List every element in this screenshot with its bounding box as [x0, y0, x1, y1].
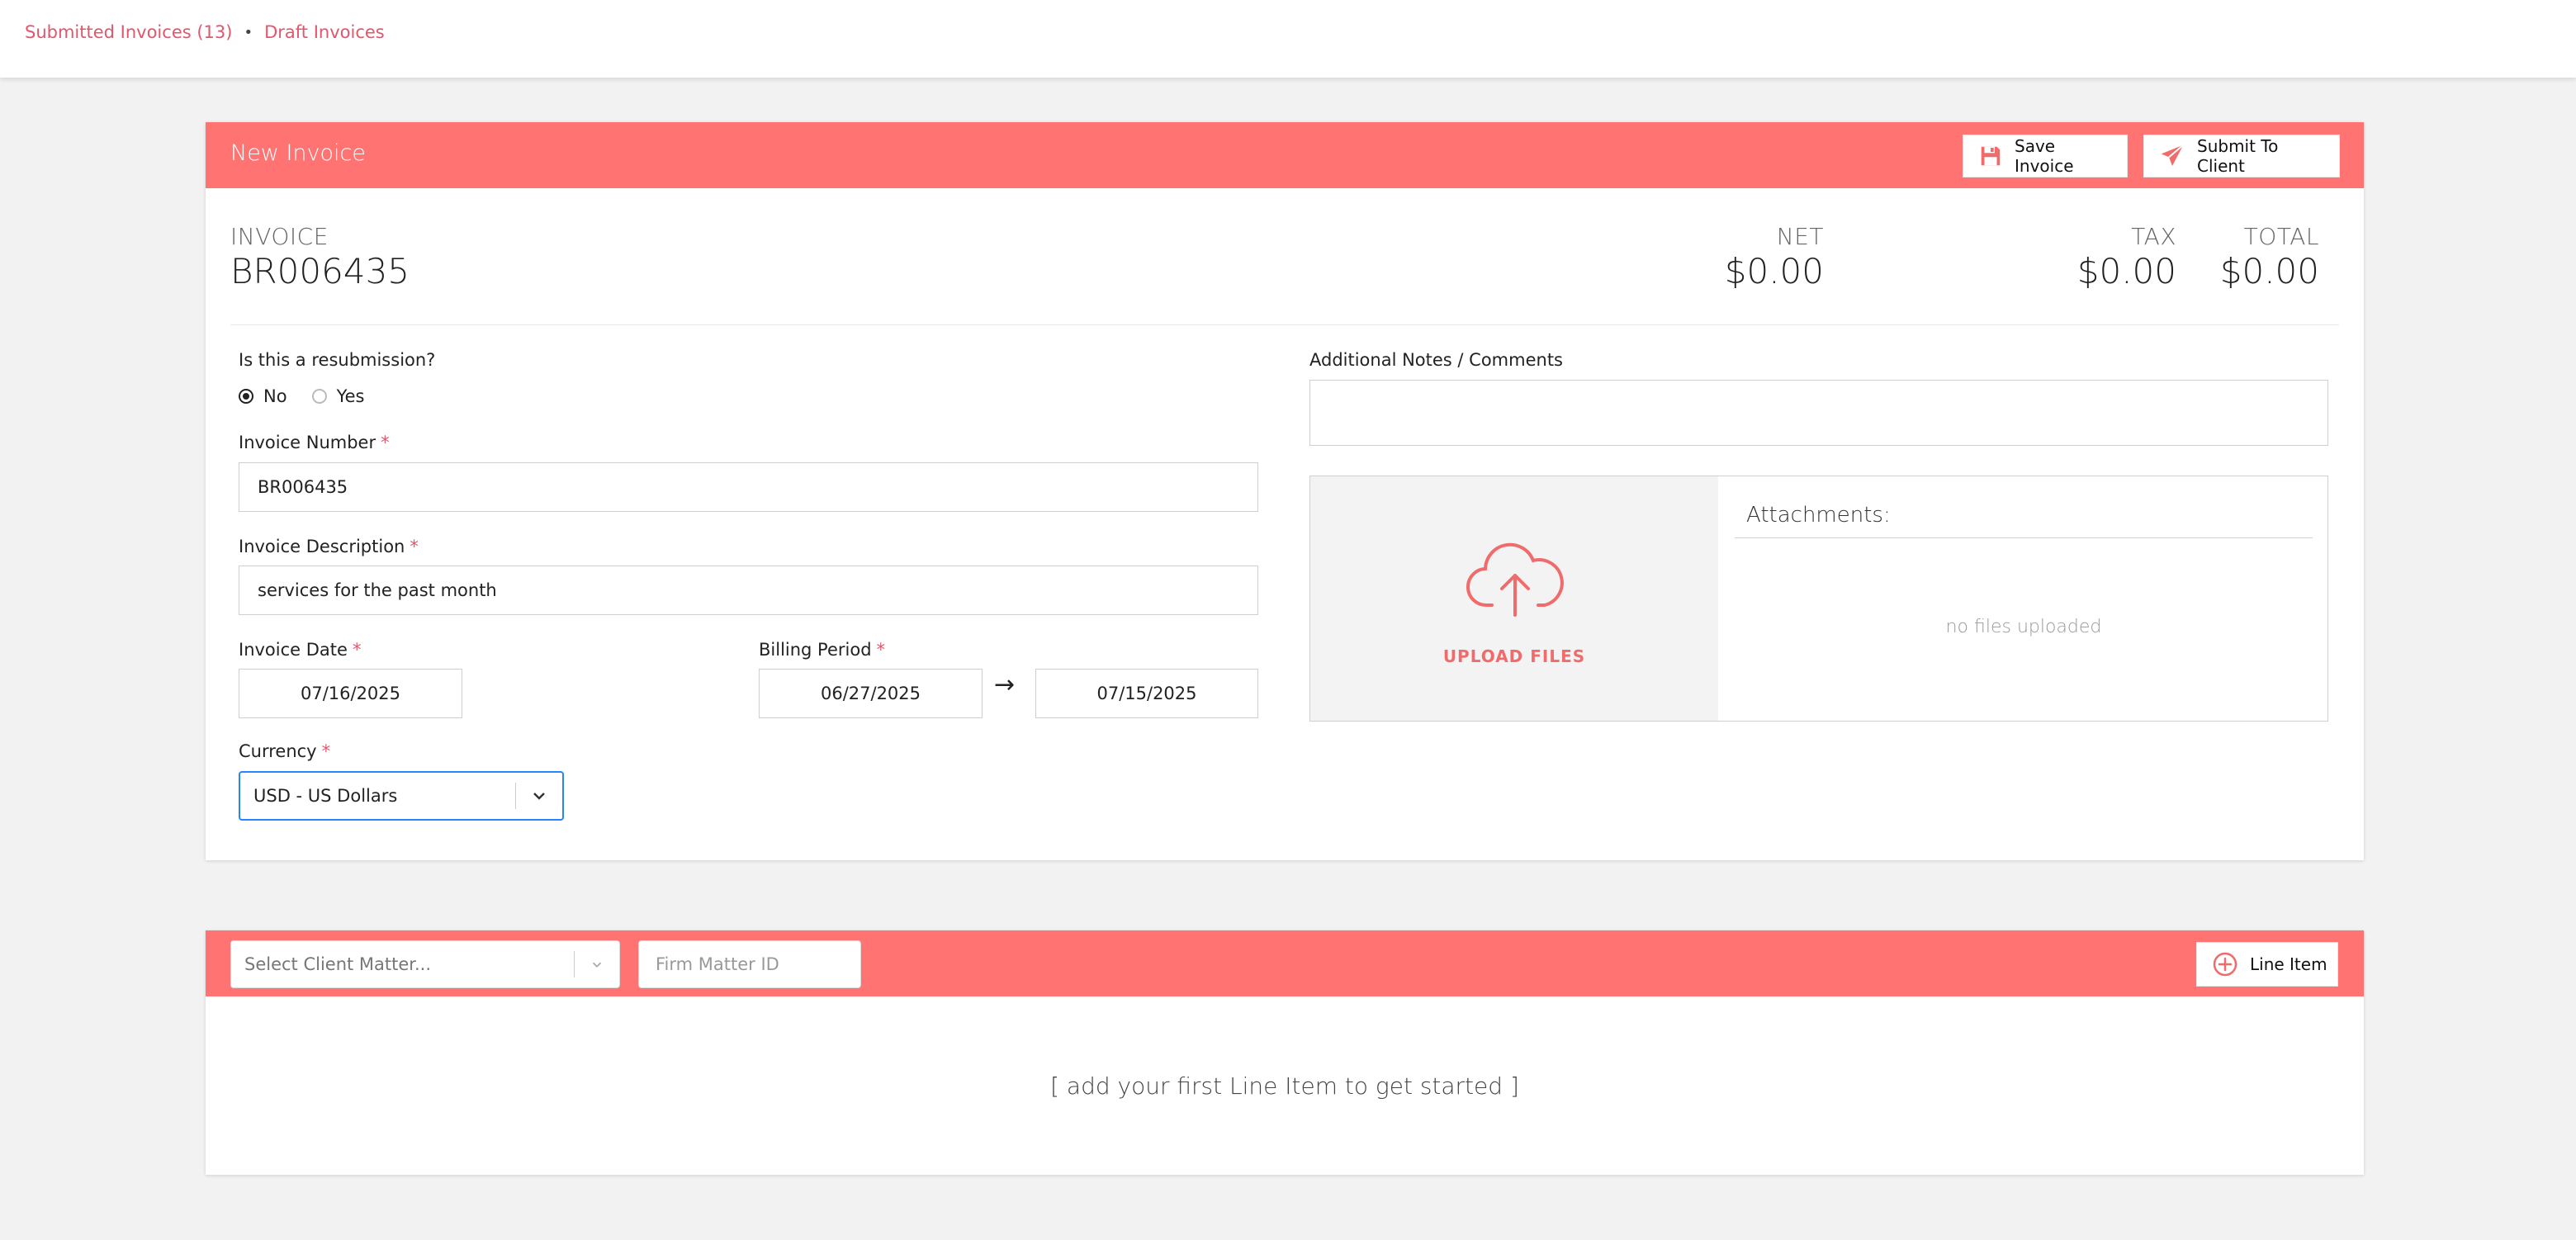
billing-period-label-text: Billing Period: [759, 640, 872, 660]
attachments-divider: [1735, 537, 2313, 538]
draft-invoices-link[interactable]: Draft Invoices: [264, 22, 385, 42]
cloud-upload-icon: [1464, 539, 1566, 622]
resubmission-radio-group: No Yes: [239, 386, 389, 406]
invoice-description-label: Invoice Description *: [239, 537, 419, 556]
required-marker: *: [321, 741, 331, 761]
top-bar: Submitted Invoices (13) • Draft Invoices: [0, 0, 2576, 78]
plus-circle-icon: [2212, 951, 2238, 977]
radio-yes-label: Yes: [336, 386, 365, 406]
total-label: TOTAL: [2243, 223, 2319, 250]
page-title: New Invoice: [230, 140, 367, 166]
submit-to-client-button[interactable]: Submit To Client: [2143, 135, 2340, 177]
client-matter-select[interactable]: Select Client Matter...: [230, 940, 620, 988]
line-items-empty-message: [ add your first Line Item to get starte…: [1050, 1072, 1519, 1100]
resubmission-label: Is this a resubmission?: [239, 350, 436, 370]
chevron-down-icon[interactable]: [516, 788, 562, 804]
radio-yes[interactable]: [311, 389, 327, 404]
attachments-title: Attachments:: [1746, 503, 1891, 528]
add-line-item-button[interactable]: Line Item: [2196, 942, 2338, 987]
client-matter-placeholder: Select Client Matter...: [244, 954, 432, 974]
upload-files-label: UPLOAD FILES: [1442, 646, 1586, 666]
line-item-label: Line Item: [2250, 954, 2327, 974]
resubmission-no-option[interactable]: No: [239, 386, 287, 406]
paper-plane-icon: [2159, 143, 2185, 169]
total-value: $0.00: [2219, 251, 2319, 291]
radio-no-label: No: [263, 386, 287, 406]
submit-to-client-label: Submit To Client: [2197, 136, 2279, 176]
invoice-date-input[interactable]: 07/16/2025: [239, 669, 462, 718]
invoice-description-label-text: Invoice Description: [239, 537, 405, 556]
invoice-number-label: Invoice Number *: [239, 433, 390, 452]
required-marker: *: [352, 640, 362, 660]
notes-label: Additional Notes / Comments: [1309, 350, 1564, 370]
invoice-number-display: BR006435: [230, 251, 410, 291]
breadcrumb: Submitted Invoices (13) • Draft Invoices: [25, 22, 385, 42]
invoice-label: INVOICE: [230, 223, 329, 250]
attachments-panel: UPLOAD FILES Attachments: no files uploa…: [1309, 476, 2328, 722]
resubmission-yes-option[interactable]: Yes: [311, 386, 365, 406]
save-invoice-button[interactable]: Save Invoice: [1963, 135, 2128, 177]
summary-divider: [230, 324, 2339, 325]
attachments-empty-text: no files uploaded: [1945, 617, 2102, 637]
net-label: NET: [1776, 223, 1824, 250]
billing-end-input[interactable]: 07/15/2025: [1035, 669, 1258, 718]
line-items-header: Select Client Matter... Firm Matter ID L…: [206, 930, 2364, 996]
arrow-right-icon: →: [994, 670, 1016, 699]
floppy-disk-icon: [1978, 143, 2003, 169]
chevron-down-icon[interactable]: [575, 957, 619, 972]
upload-dropzone[interactable]: UPLOAD FILES: [1310, 476, 1718, 721]
invoice-date-label: Invoice Date *: [239, 640, 361, 660]
currency-select-value: USD - US Dollars: [253, 786, 398, 806]
invoice-date-label-text: Invoice Date: [239, 640, 348, 660]
invoice-description-input[interactable]: services for the past month: [239, 566, 1258, 615]
invoice-card: New Invoice Save Invoice Submit To Clien…: [206, 122, 2364, 860]
invoice-number-input[interactable]: BR006435: [239, 462, 1258, 512]
billing-start-input[interactable]: 06/27/2025: [759, 669, 983, 718]
invoice-number-label-text: Invoice Number: [239, 433, 376, 452]
currency-label: Currency *: [239, 741, 330, 761]
currency-select[interactable]: USD - US Dollars: [239, 771, 564, 821]
firm-matter-id-input[interactable]: Firm Matter ID: [638, 940, 861, 988]
radio-no[interactable]: [239, 389, 253, 404]
submitted-invoices-link[interactable]: Submitted Invoices (13): [25, 22, 232, 42]
breadcrumb-separator: •: [244, 23, 253, 41]
net-value: $0.00: [1724, 251, 1824, 291]
line-items-card: Select Client Matter... Firm Matter ID L…: [206, 930, 2364, 1175]
required-marker: *: [381, 433, 390, 452]
required-marker: *: [876, 640, 886, 660]
billing-period-label: Billing Period *: [759, 640, 885, 660]
save-invoice-label: Save Invoice: [2015, 136, 2074, 176]
required-marker: *: [410, 537, 419, 556]
invoice-card-header: New Invoice Save Invoice Submit To Clien…: [206, 122, 2364, 188]
notes-textarea[interactable]: [1309, 380, 2328, 446]
currency-label-text: Currency: [239, 741, 317, 761]
